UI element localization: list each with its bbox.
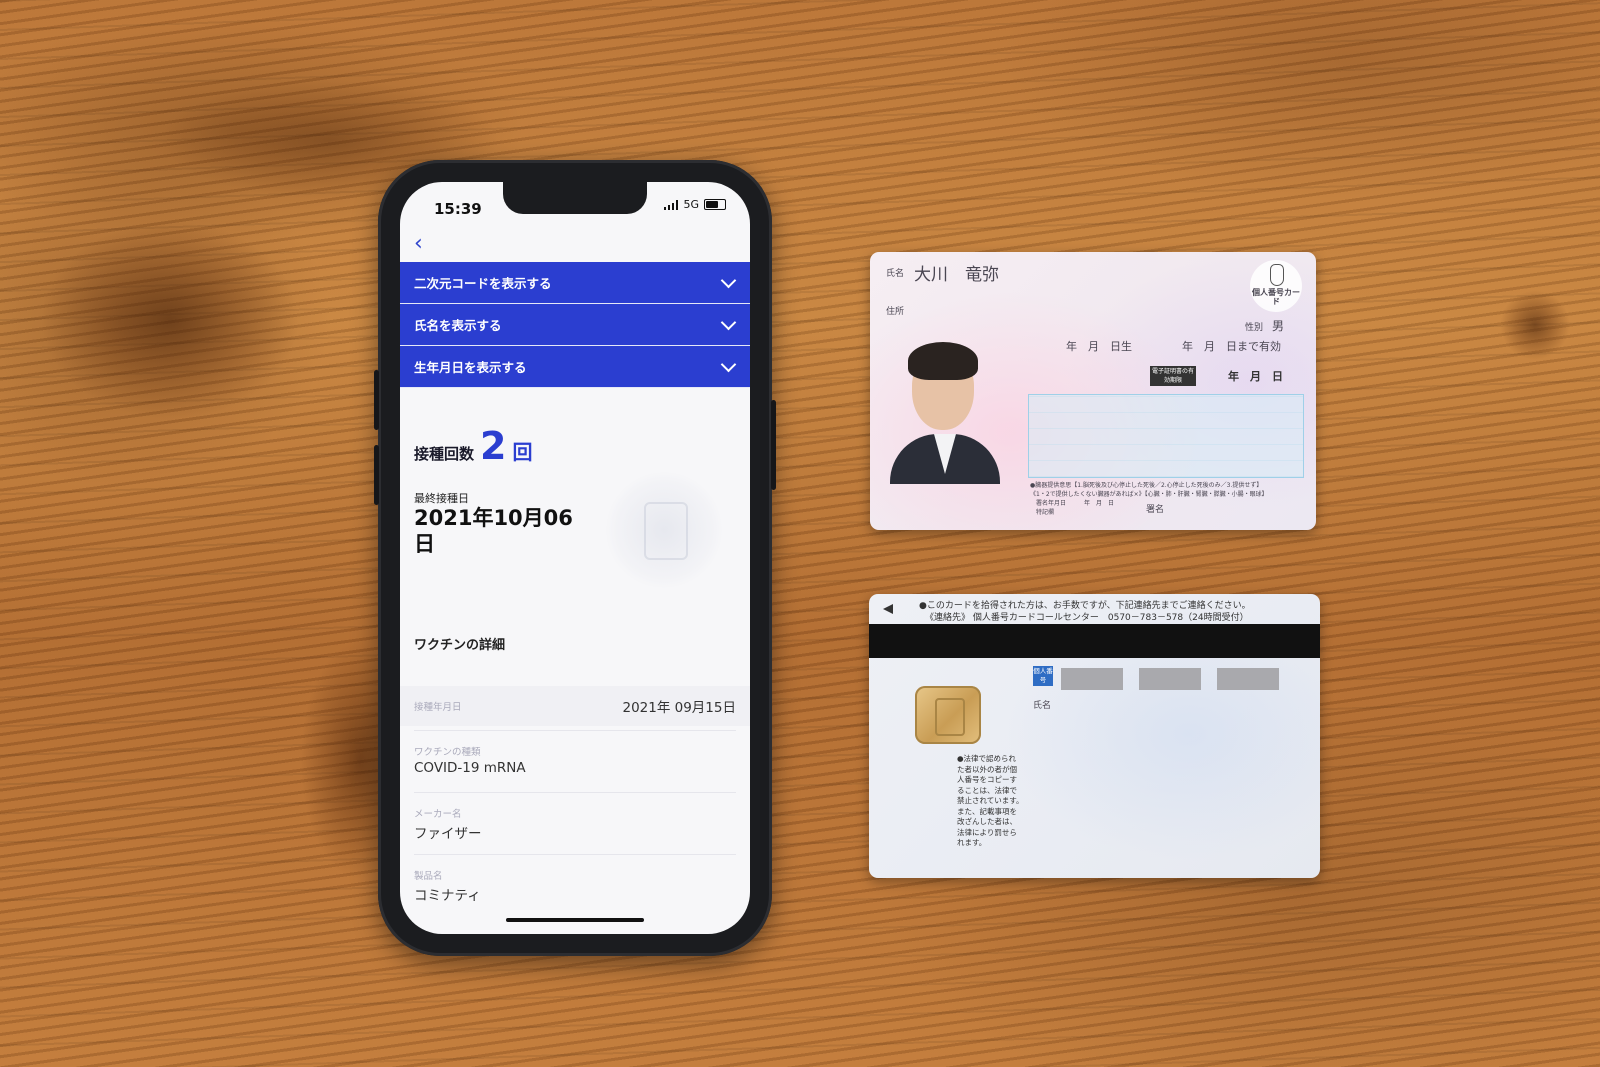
accordion-show-qr-code[interactable]: 二次元コードを表示する (400, 262, 750, 304)
power-button (771, 400, 776, 490)
detail-value: ファイザー (414, 826, 482, 842)
detail-value: 2021年 09月15日 (622, 700, 736, 716)
detail-label: ワクチンの種類 (414, 747, 481, 758)
dose-count-label: 接種回数 (414, 445, 475, 463)
home-indicator[interactable] (506, 918, 644, 922)
birth-date-line: 年 月 日生 (1066, 340, 1132, 353)
chevron-down-icon (720, 314, 737, 330)
detail-label: 製品名 (414, 871, 443, 882)
sex-value: 男 (1272, 319, 1285, 333)
accordion-label: 氏名を表示する (414, 318, 502, 333)
last-dose-date: 2021年10月06日 (414, 506, 573, 556)
accordion-label: 生年月日を表示する (414, 360, 527, 375)
smartphone: 15:39 5G ‹ 二次元コードを表示する 氏名を表示する 生年月日を表示する (374, 160, 776, 956)
legal-notice: ●法律で認められ た者以外の者が個 人番号をコピーす ることは、法律で 禁止され… (957, 754, 1024, 847)
redacted-number-block (1217, 668, 1279, 690)
back-name-label: 氏名 (1033, 701, 1052, 711)
sex-label: 性別 (1245, 323, 1264, 333)
display-options-accordion: 二次元コードを表示する 氏名を表示する 生年月日を表示する (400, 262, 750, 388)
card-type-label: 個人番号カード (1252, 288, 1300, 306)
name-label: 氏名 (886, 269, 905, 279)
accordion-show-name[interactable]: 氏名を表示する (400, 304, 750, 346)
detail-label: 接種年月日 (414, 702, 462, 713)
volume-button (374, 445, 379, 505)
redacted-number-block (1061, 668, 1123, 690)
phone-screen: 15:39 5G ‹ 二次元コードを表示する 氏名を表示する 生年月日を表示する (400, 182, 750, 934)
special-note-label: 特記欄 (1036, 509, 1055, 516)
network-label: 5G (683, 198, 699, 211)
dose-count-unit: 回 (512, 440, 533, 464)
signal-icon (663, 199, 679, 210)
card-holder-name: 大川 竜弥 (914, 265, 999, 285)
arrow-left-icon (883, 604, 893, 614)
detail-row-date: 接種年月日 2021年 09月15日 (400, 686, 750, 726)
wood-knot (1500, 290, 1570, 360)
chevron-down-icon (720, 356, 737, 372)
accordion-label: 二次元コードを表示する (414, 276, 552, 291)
detail-value: コミナティ (414, 888, 481, 904)
accordion-show-birthdate[interactable]: 生年月日を表示する (400, 346, 750, 388)
contact-info: 《連絡先》 個人番号カードコールセンター 0570－783－578（24時間受付… (925, 613, 1249, 623)
address-label: 住所 (886, 307, 905, 317)
certificate-expiry-badge: 電子証明書の有効期限 (1150, 366, 1196, 386)
volume-button (374, 370, 379, 430)
divider (414, 854, 736, 855)
donor-intent-line: 《1・2で提供したくない臓器があれば×》【心臓・肺・肝臓・腎臓・膵臓・小腸・眼球… (1030, 491, 1268, 498)
rabbit-icon (1270, 264, 1284, 286)
id-card-front: 氏名 大川 竜弥 住所 個人番号カード 性別 男 年 月 日生 年 月 日まで有… (870, 252, 1316, 530)
card-mascot-badge: 個人番号カード (1250, 260, 1302, 312)
certificate-watermark-icon (606, 472, 722, 588)
divider (414, 730, 736, 731)
detail-row-manufacturer: メーカー名 ファイザー (400, 806, 750, 842)
vaccine-details-title: ワクチンの詳細 (414, 638, 506, 653)
detail-row-product: 製品名 コミナティ (400, 868, 750, 904)
wood-knot (40, 220, 300, 420)
donor-sign-date: 署名年月日 年 月 日 (1036, 500, 1115, 507)
dose-count-row: 接種回数 2 回 (414, 424, 532, 468)
dose-count-value: 2 (480, 424, 507, 468)
status-time: 15:39 (434, 200, 482, 218)
battery-icon (704, 199, 726, 210)
detail-row-vaccine-type: ワクチンの種類 COVID-19 mRNA (400, 744, 750, 776)
redacted-number-block (1139, 668, 1201, 690)
magnetic-stripe (869, 624, 1320, 658)
personal-number-badge: 個人番号 (1033, 666, 1053, 686)
notch (503, 182, 647, 214)
status-indicators: 5G (663, 198, 726, 211)
chevron-down-icon (720, 272, 737, 288)
certificate-expiry-date: 年 月 日 (1228, 370, 1283, 383)
back-chevron-icon[interactable]: ‹ (414, 233, 428, 255)
detail-label: メーカー名 (414, 809, 462, 820)
detail-value: COVID-19 mRNA (414, 760, 526, 776)
divider (414, 792, 736, 793)
ic-chip (915, 686, 981, 744)
valid-until-line: 年 月 日まで有効 (1182, 340, 1281, 353)
donor-intent-line: ●臓器提供意思【1.脳死後及び心停止した死後／2.心停止した死後のみ／3.提供せ… (1030, 482, 1263, 489)
last-dose-label: 最終接種日 (414, 492, 469, 505)
signature-area (1028, 394, 1304, 478)
signature-label: 署名 (1146, 505, 1165, 515)
id-card-back: ●このカードを拾得された方は、お手数ですが、下記連絡先までご連絡ください。 《連… (869, 594, 1320, 878)
holder-photo (890, 342, 1000, 484)
